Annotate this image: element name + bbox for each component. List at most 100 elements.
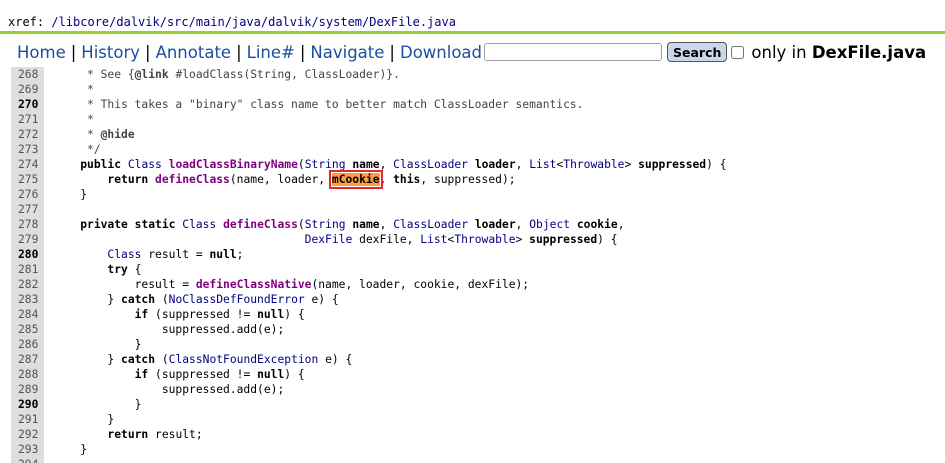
line-number[interactable]: 286 [11, 337, 44, 352]
code-text: suppressed.add(e); [53, 383, 285, 396]
nav-separator: | [389, 42, 395, 62]
code-line: 286 } [11, 337, 945, 352]
line-number[interactable]: 275 [11, 172, 44, 187]
nav-download-link[interactable]: Download [400, 43, 482, 62]
code-line: 294 [11, 457, 945, 463]
code-text: public Class loadClassBinaryName(String … [80, 158, 727, 171]
code-line: 275 return defineClass(name, loader, mCo… [11, 170, 945, 189]
line-number[interactable]: 272 [11, 127, 44, 142]
xref-path: xref: /libcore/dalvik/src/main/java/dalv… [8, 15, 456, 29]
code-line: 271 * [11, 112, 945, 127]
highlighted-token: mCookie [328, 170, 383, 189]
line-number[interactable]: 285 [11, 322, 44, 337]
code-line: 279 DexFile dexFile, List<Throwable> sup… [11, 232, 945, 247]
line-number[interactable]: 282 [11, 277, 44, 292]
code-line: 269 * [11, 82, 945, 97]
code-line: 277 [11, 202, 945, 217]
code-line: 274 public Class loadClassBinaryName(Str… [11, 157, 945, 172]
code-text: return defineClass(name, loader, mCookie… [107, 170, 516, 189]
code-line: 293 } [11, 442, 945, 457]
code-line: 289 suppressed.add(e); [11, 382, 945, 397]
code-line: 284 if (suppressed != null) { [11, 307, 945, 322]
line-number[interactable]: 281 [11, 262, 44, 277]
search-button[interactable]: Search [667, 42, 728, 62]
code-text: * @hide [53, 128, 135, 141]
code-text: } catch (ClassNotFoundException e) { [53, 353, 353, 366]
line-number[interactable]: 273 [11, 142, 44, 157]
code-text: * [53, 83, 94, 96]
code-text: } [53, 398, 142, 411]
code-line: 268 * See {@link #loadClass(String, Clas… [11, 67, 945, 82]
line-number[interactable]: 274 [11, 157, 44, 172]
code-line: 288 if (suppressed != null) { [11, 367, 945, 382]
code-line: 285 suppressed.add(e); [11, 322, 945, 337]
code-line: 281 try { [11, 262, 945, 277]
line-number[interactable]: 283 [11, 292, 44, 307]
xref-header: xref: /libcore/dalvik/src/main/java/dalv… [0, 0, 945, 34]
code-text: } [53, 443, 88, 456]
code-line: 272 * @hide [11, 127, 945, 142]
line-number[interactable]: 270 [11, 97, 44, 112]
nav-separator: | [70, 42, 77, 62]
line-number[interactable]: 278 [11, 217, 44, 232]
line-number[interactable]: 269 [11, 82, 44, 97]
code-text: suppressed.add(e); [53, 323, 285, 336]
code-text: result = defineClassNative(name, loader,… [53, 278, 530, 291]
file-path-breadcrumb[interactable]: /libcore/dalvik/src/main/java/dalvik/sys… [51, 15, 456, 29]
code-text: try { [107, 263, 142, 276]
code-text: */ [53, 143, 101, 156]
code-line: 273 */ [11, 142, 945, 157]
code-text: * This takes a "binary" class name to be… [53, 98, 584, 111]
code-text: * [53, 113, 94, 126]
line-number[interactable]: 290 [11, 397, 44, 412]
code-line: 278 private static Class defineClass(Str… [11, 217, 945, 232]
line-number[interactable]: 277 [11, 202, 44, 217]
only-in-filename: DexFile.java [811, 42, 927, 62]
code-text: private static Class defineClass(String … [80, 218, 625, 231]
code-text: if (suppressed != null) { [134, 368, 305, 381]
code-line: 287 } catch (ClassNotFoundException e) { [11, 352, 945, 367]
line-number[interactable]: 294 [11, 457, 44, 463]
navigation-bar: Home | History | Annotate | Line# | Navi… [17, 40, 926, 64]
line-number[interactable]: 293 [11, 442, 44, 457]
line-number[interactable]: 289 [11, 382, 44, 397]
xref-label: xref: [8, 15, 52, 29]
line-number[interactable]: 268 [11, 67, 44, 82]
nav-annotate-link[interactable]: Annotate [156, 43, 232, 62]
line-number[interactable]: 276 [11, 187, 44, 202]
code-line: 270 * This takes a "binary" class name t… [11, 97, 945, 112]
line-number[interactable]: 284 [11, 307, 44, 322]
line-number[interactable]: 292 [11, 427, 44, 442]
code-text: } [53, 338, 142, 351]
nav-separator: | [236, 42, 242, 62]
code-text: DexFile dexFile, List<Throwable> suppres… [304, 233, 618, 246]
line-number[interactable]: 291 [11, 412, 44, 427]
only-in-label: only in [751, 42, 807, 62]
nav-navigate-link[interactable]: Navigate [310, 43, 384, 62]
code-text: return result; [107, 428, 203, 441]
code-text: Class result = null; [107, 248, 244, 261]
code-line: 292 return result; [11, 427, 945, 442]
nav-history-link[interactable]: History [81, 43, 140, 62]
code-line: 276 } [11, 187, 945, 202]
line-number[interactable]: 279 [11, 232, 44, 247]
code-line: 280 Class result = null; [11, 247, 945, 262]
source-code-view: 268 * See {@link #loadClass(String, Clas… [11, 67, 945, 463]
code-line: 283 } catch (NoClassDefFoundError e) { [11, 292, 945, 307]
code-line: 291 } [11, 412, 945, 427]
search-input[interactable] [484, 43, 663, 61]
code-line: 290 } [11, 397, 945, 412]
nav-separator: | [299, 42, 306, 62]
only-in-file-checkbox[interactable] [731, 45, 745, 59]
code-text: * See {@link #loadClass(String, ClassLoa… [53, 68, 400, 81]
code-text: } [53, 413, 115, 426]
nav-home-link[interactable]: Home [17, 43, 66, 62]
code-text: } catch (NoClassDefFoundError e) { [53, 293, 339, 306]
nav-line-numbers-link[interactable]: Line# [247, 43, 295, 62]
line-number[interactable]: 280 [11, 247, 44, 262]
line-number[interactable]: 288 [11, 367, 44, 382]
line-number[interactable]: 287 [11, 352, 44, 367]
line-number[interactable]: 271 [11, 112, 44, 127]
code-text: } [53, 188, 88, 201]
code-text: if (suppressed != null) { [134, 308, 305, 321]
